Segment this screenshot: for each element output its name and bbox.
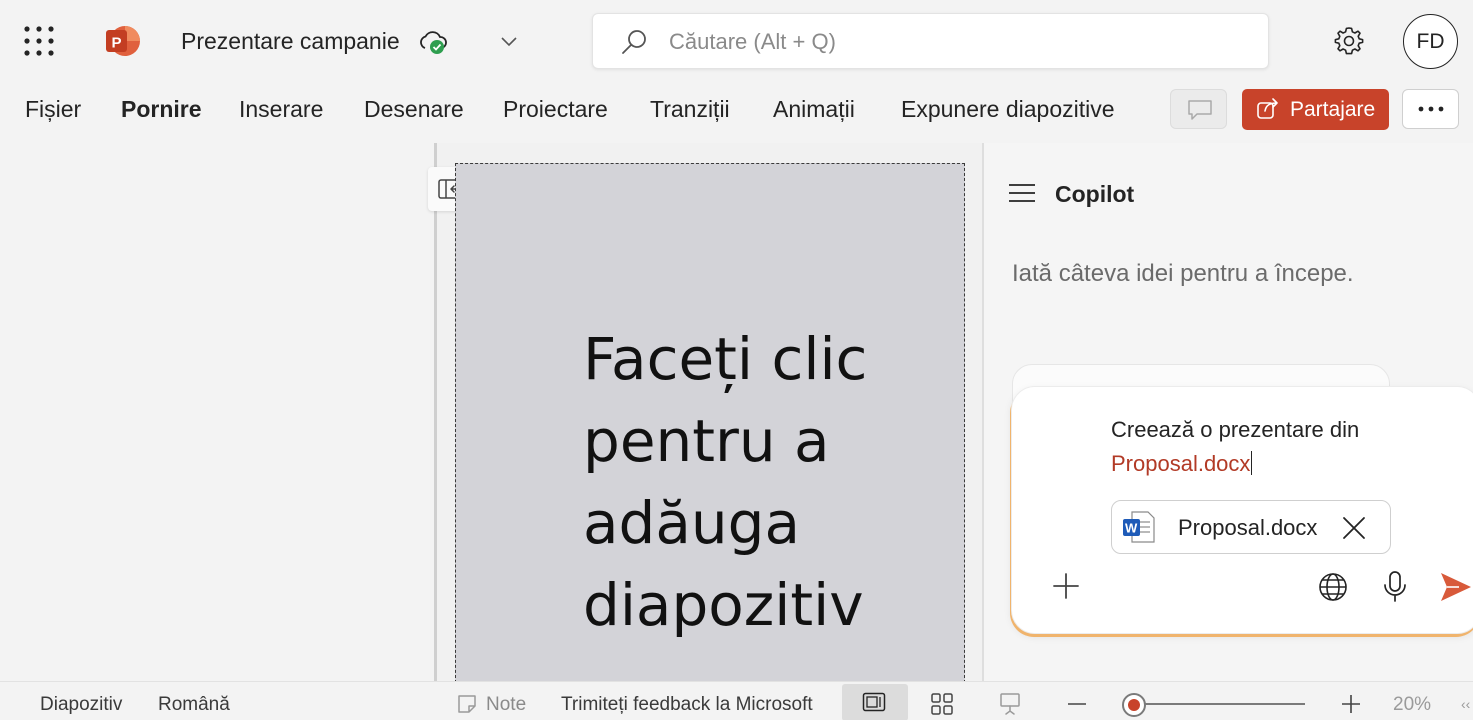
normal-view-icon [862, 692, 886, 712]
zoom-level[interactable]: 20% [1393, 694, 1431, 716]
tab-animations[interactable]: Animații [773, 96, 855, 123]
avatar[interactable]: FD [1403, 14, 1458, 69]
tab-draw[interactable]: Desenare [364, 96, 464, 123]
add-icon[interactable] [1051, 571, 1081, 601]
presenter-view-icon[interactable] [998, 692, 1022, 716]
share-label: Partajare [1290, 98, 1376, 121]
cloud-saved-icon [420, 31, 447, 54]
more-options-button[interactable] [1402, 89, 1459, 129]
slide-placeholder-text: Faceți clic pentru a adăuga diapozitiv [583, 325, 868, 639]
zoom-out-icon[interactable] [1065, 692, 1089, 716]
more-icon [1418, 106, 1444, 112]
share-button[interactable]: Partajare [1242, 89, 1389, 130]
hamburger-menu-icon[interactable] [1007, 180, 1037, 206]
share-icon [1257, 98, 1278, 119]
waffle-icon[interactable] [22, 24, 56, 58]
svg-text:P: P [112, 35, 122, 52]
prompt-file-reference-text: Proposal.docx [1111, 451, 1251, 476]
slide-indicator: Diapozitiv [40, 694, 123, 715]
close-icon[interactable] [1340, 514, 1368, 542]
tab-slide-show[interactable]: Expunere diapozitive [901, 96, 1115, 123]
slide-thumbnail-pane [0, 143, 434, 681]
globe-icon[interactable] [1317, 571, 1349, 603]
tab-file[interactable]: Fișier [25, 96, 81, 123]
title-bar: P Prezentare campanie Căutare (Alt + Q) … [0, 0, 1473, 84]
comments-button[interactable] [1170, 89, 1227, 129]
copilot-compose-box[interactable]: Creează o prezentare din Proposal.docx W… [1011, 386, 1473, 634]
slide-placeholder[interactable]: Faceți clic pentru a adăuga diapozitiv [455, 163, 965, 693]
normal-view-button[interactable] [842, 684, 908, 720]
attachment-name: Proposal.docx [1178, 515, 1318, 540]
gear-icon[interactable] [1333, 25, 1365, 57]
microphone-icon[interactable] [1382, 570, 1408, 604]
powerpoint-logo-icon[interactable]: P [104, 24, 142, 58]
chevron-left-icon[interactable]: ‹‹ [1461, 696, 1470, 712]
notes-button[interactable]: Note [486, 694, 526, 716]
word-document-icon: W [1123, 511, 1155, 543]
search-input[interactable]: Căutare (Alt + Q) [592, 13, 1269, 69]
status-bar: Diapozitiv Română Note Trimiteți feedbac… [0, 681, 1473, 720]
pane-divider[interactable] [434, 143, 437, 681]
tab-transitions[interactable]: Tranziții [650, 96, 730, 123]
zoom-slider[interactable] [1130, 703, 1305, 705]
text-caret [1251, 451, 1253, 475]
copilot-title: Copilot [1055, 181, 1135, 207]
feedback-link[interactable]: Trimiteți feedback la Microsoft [561, 694, 813, 716]
copilot-hint: Iată câteva idei pentru a începe. [1012, 260, 1354, 287]
prompt-file-reference[interactable]: Proposal.docx [1111, 451, 1253, 477]
search-placeholder: Căutare (Alt + Q) [669, 29, 836, 54]
chevron-down-icon[interactable] [499, 31, 519, 51]
tab-insert[interactable]: Inserare [239, 96, 323, 123]
svg-text:W: W [1125, 521, 1138, 536]
send-icon[interactable] [1439, 571, 1473, 603]
zoom-slider-thumb[interactable] [1122, 693, 1146, 717]
notes-icon[interactable] [456, 693, 478, 715]
language-indicator[interactable]: Română [158, 694, 230, 716]
tab-home[interactable]: Pornire [121, 96, 202, 123]
attachment-chip[interactable]: W Proposal.docx [1111, 500, 1391, 554]
comment-icon [1188, 100, 1212, 120]
prompt-text[interactable]: Creează o prezentare din [1111, 417, 1359, 443]
search-icon [622, 30, 646, 54]
tab-design[interactable]: Proiectare [503, 96, 608, 123]
slide-sorter-icon[interactable] [930, 692, 954, 716]
document-title[interactable]: Prezentare campanie [181, 28, 400, 55]
zoom-in-icon[interactable] [1339, 692, 1363, 716]
